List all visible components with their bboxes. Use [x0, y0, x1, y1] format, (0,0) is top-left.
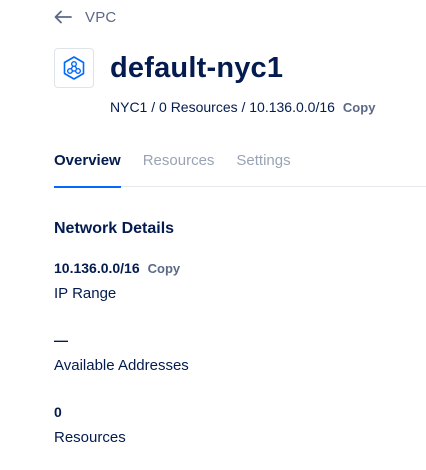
detail-ip-range: 10.136.0.0/16 Copy IP Range [54, 260, 180, 302]
arrow-left-icon [54, 10, 72, 24]
back-link-label: VPC [85, 8, 117, 26]
ip-range-label: IP Range [54, 285, 117, 302]
tab-resources[interactable]: Resources [143, 150, 215, 187]
ip-range-value: 10.136.0.0/16 [54, 260, 140, 276]
network-details-heading: Network Details [54, 220, 175, 237]
back-link[interactable]: VPC [54, 7, 116, 27]
available-addresses-label: Available Addresses [54, 357, 189, 374]
copy-ip-range-detail-button[interactable]: Copy [148, 261, 181, 276]
detail-resources: 0 Resources [54, 404, 126, 446]
copy-ip-range-button[interactable]: Copy [343, 100, 376, 115]
detail-available-addresses: — Available Addresses [54, 332, 189, 374]
page-title: default-nyc1 [110, 52, 284, 84]
resources-count-value: 0 [54, 404, 62, 420]
tab-settings[interactable]: Settings [236, 150, 290, 187]
resources-label: Resources [54, 429, 126, 446]
vpc-network-icon [54, 48, 94, 88]
available-addresses-value: — [54, 332, 68, 348]
vpc-summary: NYC1 / 0 Resources / 10.136.0.0/16 Copy [110, 99, 375, 117]
vpc-summary-text: NYC1 / 0 Resources / 10.136.0.0/16 [110, 99, 335, 115]
vpc-detail-page: VPC default-nyc1 NYC1 / 0 Resources / 10… [0, 0, 426, 470]
tab-overview[interactable]: Overview [54, 150, 121, 188]
tab-bar: Overview Resources Settings [54, 150, 426, 188]
